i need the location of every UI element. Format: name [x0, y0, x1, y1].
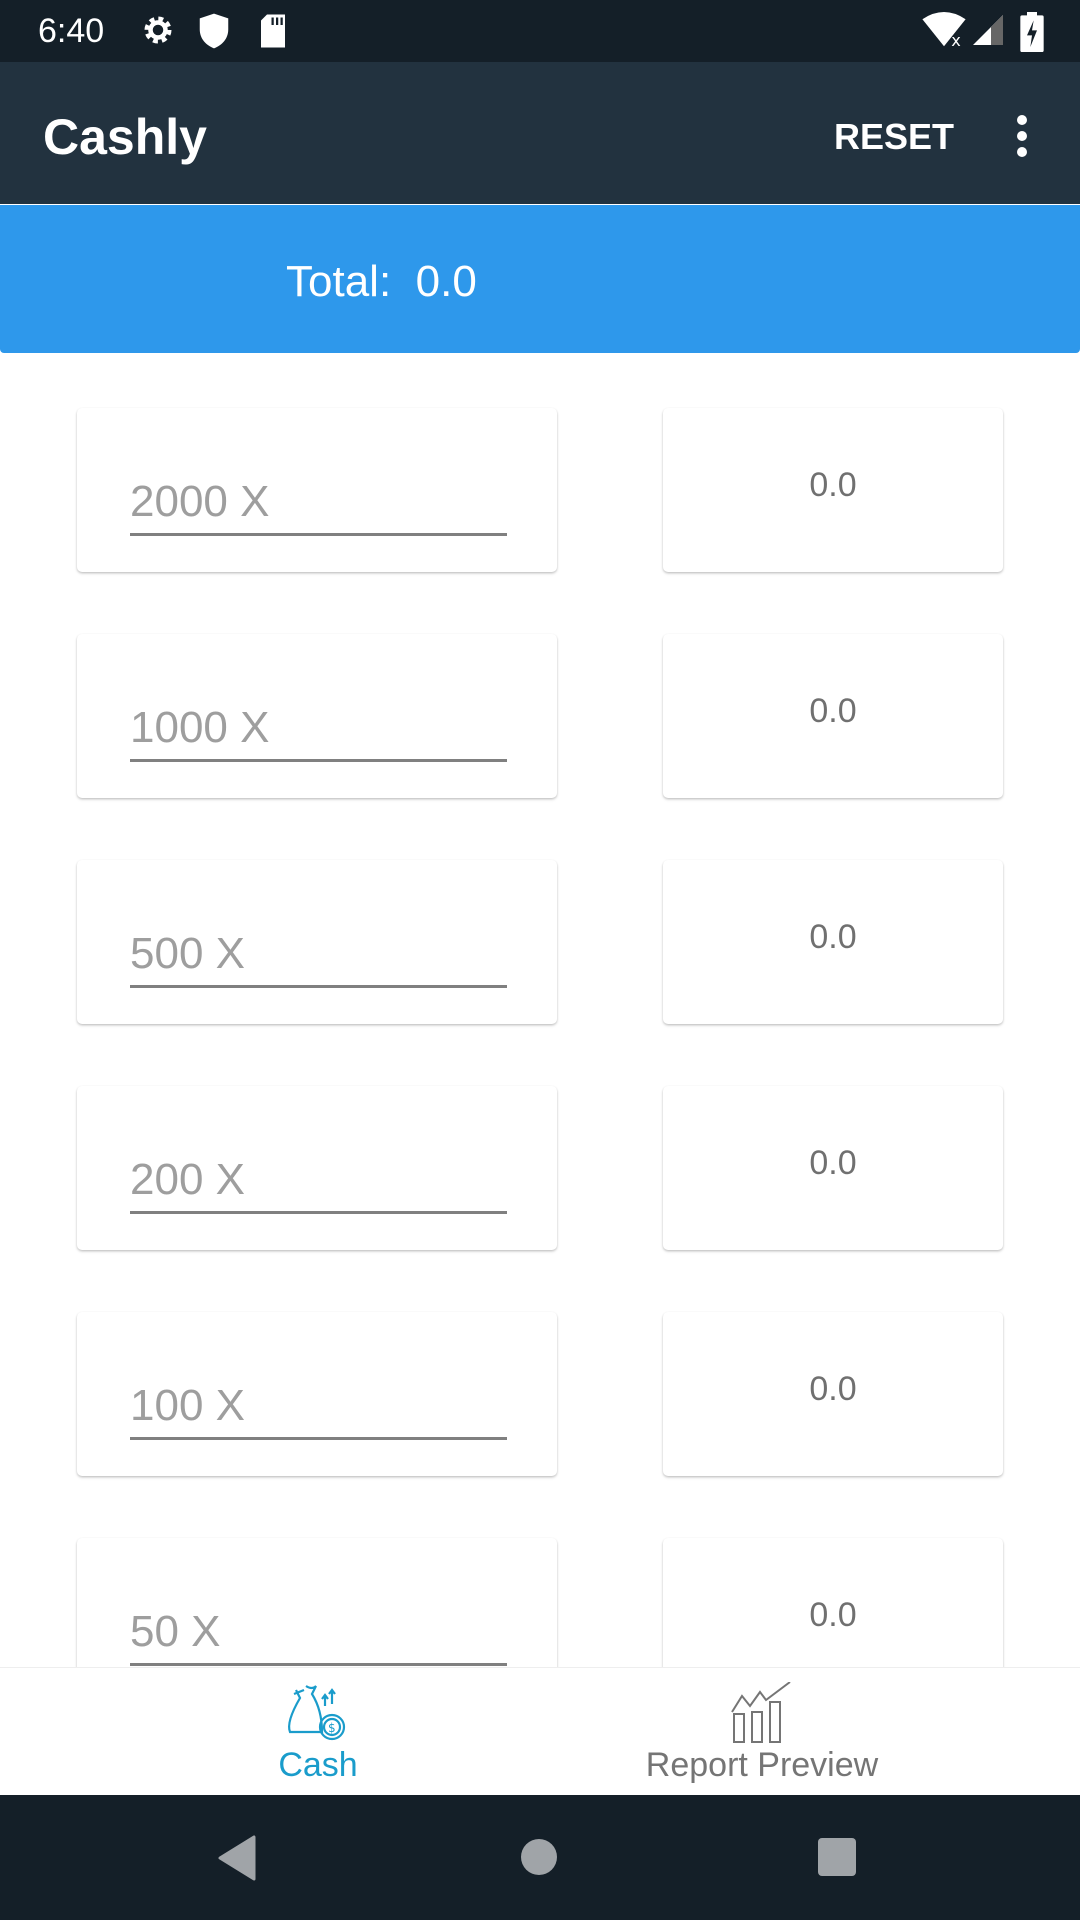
amount-value: 0.0 [809, 1144, 857, 1182]
bottom-navigation: $ Cash Report Preview [0, 1667, 1080, 1795]
shield-icon [199, 13, 229, 49]
battery-charging-icon [1020, 12, 1044, 52]
amount-value: 0.0 [809, 918, 857, 956]
amount-card: 0.0 [663, 634, 1003, 798]
signal-icon [973, 15, 1003, 45]
denomination-row: 0.0 [0, 1086, 1080, 1250]
amount-card: 0.0 [663, 408, 1003, 572]
amount-value: 0.0 [809, 1370, 857, 1408]
count-card [77, 1312, 557, 1476]
status-time: 6:40 [38, 12, 105, 50]
svg-text:$: $ [328, 1721, 336, 1735]
count-card [77, 860, 557, 1024]
more-vert-icon[interactable] [1010, 114, 1034, 158]
app-bar: Cashly RESET [0, 62, 1080, 204]
count-card [77, 634, 557, 798]
denomination-list[interactable]: 0.0 0.0 0.0 0.0 0.0 0.0 [0, 353, 1080, 1667]
count-input-50[interactable] [130, 1600, 507, 1666]
amount-card: 0.0 [663, 1312, 1003, 1476]
count-input-200[interactable] [130, 1148, 507, 1214]
bar-chart-icon [731, 1682, 791, 1743]
denomination-row: 0.0 [0, 408, 1080, 572]
count-input-500[interactable] [130, 922, 507, 988]
amount-card: 0.0 [663, 1538, 1003, 1667]
count-input-1000[interactable] [130, 696, 507, 762]
count-card [77, 1538, 557, 1667]
count-card [77, 408, 557, 572]
wifi-off-icon: x [922, 12, 966, 48]
sd-card-icon [261, 14, 285, 48]
total-banner: Total: 0.0 [0, 205, 1080, 353]
recents-icon[interactable] [817, 1837, 857, 1877]
tab-report-preview-label: Report Preview [645, 1746, 879, 1784]
total-label: Total: [286, 257, 392, 306]
denomination-row: 0.0 [0, 634, 1080, 798]
gear-icon [144, 16, 172, 44]
amount-card: 0.0 [663, 860, 1003, 1024]
denomination-row: 0.0 [0, 1538, 1080, 1667]
svg-text:x: x [951, 31, 961, 48]
amount-card: 0.0 [663, 1086, 1003, 1250]
count-input-100[interactable] [130, 1374, 507, 1440]
reset-button[interactable]: RESET [834, 116, 954, 158]
amount-value: 0.0 [809, 692, 857, 730]
denomination-row: 0.0 [0, 1312, 1080, 1476]
amount-value: 0.0 [809, 466, 857, 504]
denomination-row: 0.0 [0, 860, 1080, 1024]
app-title: Cashly [43, 109, 207, 165]
amount-value: 0.0 [809, 1596, 857, 1634]
count-card [77, 1086, 557, 1250]
tab-report-preview[interactable]: Report Preview [492, 1668, 1032, 1796]
home-icon[interactable] [520, 1838, 558, 1876]
count-input-2000[interactable] [130, 470, 507, 536]
money-bag-icon: $ [288, 1685, 346, 1741]
system-navigation-bar [0, 1795, 1080, 1920]
status-bar: 6:40 x [0, 0, 1080, 62]
back-icon[interactable] [218, 1835, 256, 1881]
total-value: 0.0 [415, 257, 477, 306]
total-display: Total: 0.0 [286, 257, 477, 307]
